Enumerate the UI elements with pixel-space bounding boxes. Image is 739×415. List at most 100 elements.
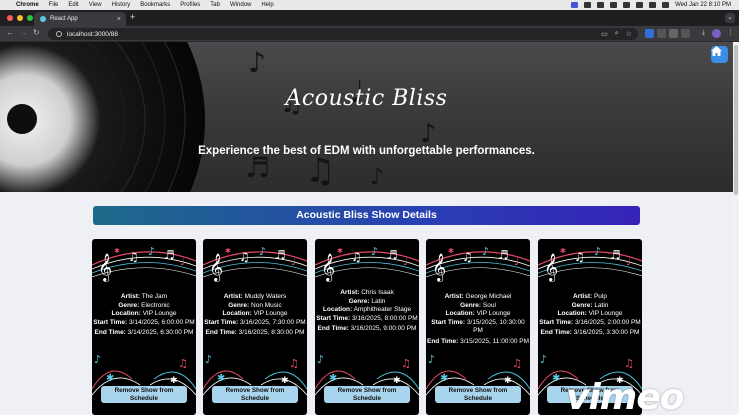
svg-text:✱: ✱ [329,373,337,384]
forward-icon[interactable]: → [20,28,28,37]
svg-text:✱: ✱ [114,247,120,255]
minimize-window-button[interactable] [17,15,23,21]
scrollbar-thumb[interactable] [734,45,738,195]
svg-text:♪: ♪ [482,245,489,258]
artist-line: Artist: Muddy Waters [203,293,307,302]
svg-text:✱: ✱ [225,247,231,255]
menu-view[interactable]: View [89,2,102,8]
back-icon[interactable]: ← [6,28,14,37]
battery-icon[interactable] [623,2,631,8]
extension-icon[interactable] [645,29,654,38]
menu-help[interactable]: Help [261,2,273,8]
show-info: Artist: Muddy Waters Genre: Non Music Lo… [203,293,307,338]
artist-line: Artist: George Michael [426,293,530,302]
genre-value: Electronic [141,301,170,309]
svg-text:♫: ♫ [401,357,411,370]
menu-file[interactable]: File [49,2,59,8]
svg-text:𝄞: 𝄞 [321,253,335,282]
artist-value: The Jam [141,293,168,300]
cast-icon[interactable]: ▭ [601,30,608,38]
extensions-puzzle-icon[interactable] [681,29,690,38]
svg-text:𝄞: 𝄞 [98,253,112,282]
menu-profiles[interactable]: Profiles [180,2,200,8]
svg-text:♫: ♫ [239,250,250,264]
url-field[interactable]: localhost:3000/88 ▭ ⌕ ☆ [48,28,638,40]
start-time-value: 3/14/2025, 6:00:00 PM [128,318,195,326]
location-label: Location: [445,310,475,317]
artist-line: Artist: Pulp [538,293,642,302]
menu-bookmarks[interactable]: Bookmarks [140,2,170,8]
end-time-value: 3/16/2025, 9:00:00 PM [350,325,417,332]
svg-text:♫: ♫ [462,250,473,264]
tab-search-icon[interactable]: ⌄ [725,13,735,23]
genre-label: Genre: [571,301,593,309]
genre-label: Genre: [348,297,370,305]
remove-show-button[interactable]: Remove Show from Schedule [435,386,521,403]
reload-icon[interactable]: ↻ [33,28,40,37]
svg-text:𝄞: 𝄞 [544,253,558,282]
extension-icon[interactable] [657,29,666,38]
end-time-line: End Time: 3/16/2025, 3:30:00 PM [538,329,642,338]
svg-text:♬: ♬ [610,248,621,262]
location-line: Location: VIP Lounge [92,310,196,319]
download-icon[interactable]: ⤓ [699,29,708,38]
menu-tab[interactable]: Tab [210,2,220,8]
end-time-line: End Time: 3/16/2025, 9:00:00 PM [315,325,419,334]
react-icon [40,16,46,22]
location-label: Location: [557,310,587,317]
svg-text:✱: ✱ [440,373,448,384]
artist-value: Muddy Waters [244,293,287,300]
svg-text:♩: ♩ [180,257,185,268]
screen-record-icon[interactable] [571,2,579,8]
site-info-icon[interactable] [56,31,62,37]
svg-text:♪: ♪ [370,165,384,190]
status-icon[interactable] [584,2,592,8]
location-line: Location: VIP Lounge [426,310,530,319]
search-icon[interactable] [649,2,657,8]
menu-window[interactable]: Window [230,2,251,8]
remove-show-button[interactable]: Remove Show from Schedule [324,386,410,403]
new-tab-button[interactable]: + [130,12,135,22]
remove-show-button[interactable]: Remove Show from Schedule [212,386,298,403]
location-line: Location: VIP Lounge [538,310,642,319]
zoom-icon[interactable]: ⌕ [615,30,619,38]
genre-value: Latin [371,297,386,305]
zoom-window-button[interactable] [27,15,33,21]
artist-line: Artist: Chris Isaak [315,289,419,298]
extension-icon[interactable] [669,29,678,38]
clock[interactable]: Wed Jan 22 8:10 PM [675,2,731,8]
location-label: Location: [222,310,252,317]
svg-text:♪: ♪ [205,353,212,366]
chrome-menu-icon[interactable]: ⋮ [726,29,735,38]
location-value: VIP Lounge [142,310,177,317]
control-center-icon[interactable] [662,2,670,8]
page-scrollbar[interactable] [733,42,739,415]
svg-text:♪: ♪ [94,353,101,366]
hero-subtitle: Experience the best of EDM with unforget… [198,145,535,157]
tab-react-app[interactable]: React App × [34,12,126,26]
close-tab-icon[interactable]: × [117,16,121,23]
location-value: VIP Lounge [588,310,623,317]
wifi-icon[interactable] [636,2,644,8]
bookmark-star-icon[interactable]: ☆ [626,30,632,38]
svg-text:✱: ✱ [552,373,560,384]
status-icon[interactable] [597,2,605,8]
tab-title: React App [50,16,78,22]
end-time-value: 3/14/2025, 6:30:00 PM [127,329,194,336]
address-bar: ← → ↻ localhost:3000/88 ▭ ⌕ ☆ ⤓ ⋮ [0,26,739,42]
menu-chrome[interactable]: Chrome [16,2,39,8]
start-time-line: Start Time: 3/15/2025, 10:30:00 PM [426,319,530,336]
home-button[interactable] [711,46,728,63]
svg-text:♪: ♪ [540,353,547,366]
close-window-button[interactable] [7,15,13,21]
remove-show-button[interactable]: Remove Show from Schedule [101,386,187,403]
start-time-line: Start Time: 3/16/2025, 7:30:00 PM [203,319,307,328]
menu-history[interactable]: History [112,2,131,8]
svg-text:✱: ✱ [393,376,401,386]
profile-avatar[interactable] [712,29,721,38]
svg-text:♫: ♫ [289,357,299,370]
location-value: VIP Lounge [476,310,511,317]
menu-edit[interactable]: Edit [68,2,78,8]
status-icon[interactable] [610,2,618,8]
status-area: Wed Jan 22 8:10 PM [571,0,731,10]
